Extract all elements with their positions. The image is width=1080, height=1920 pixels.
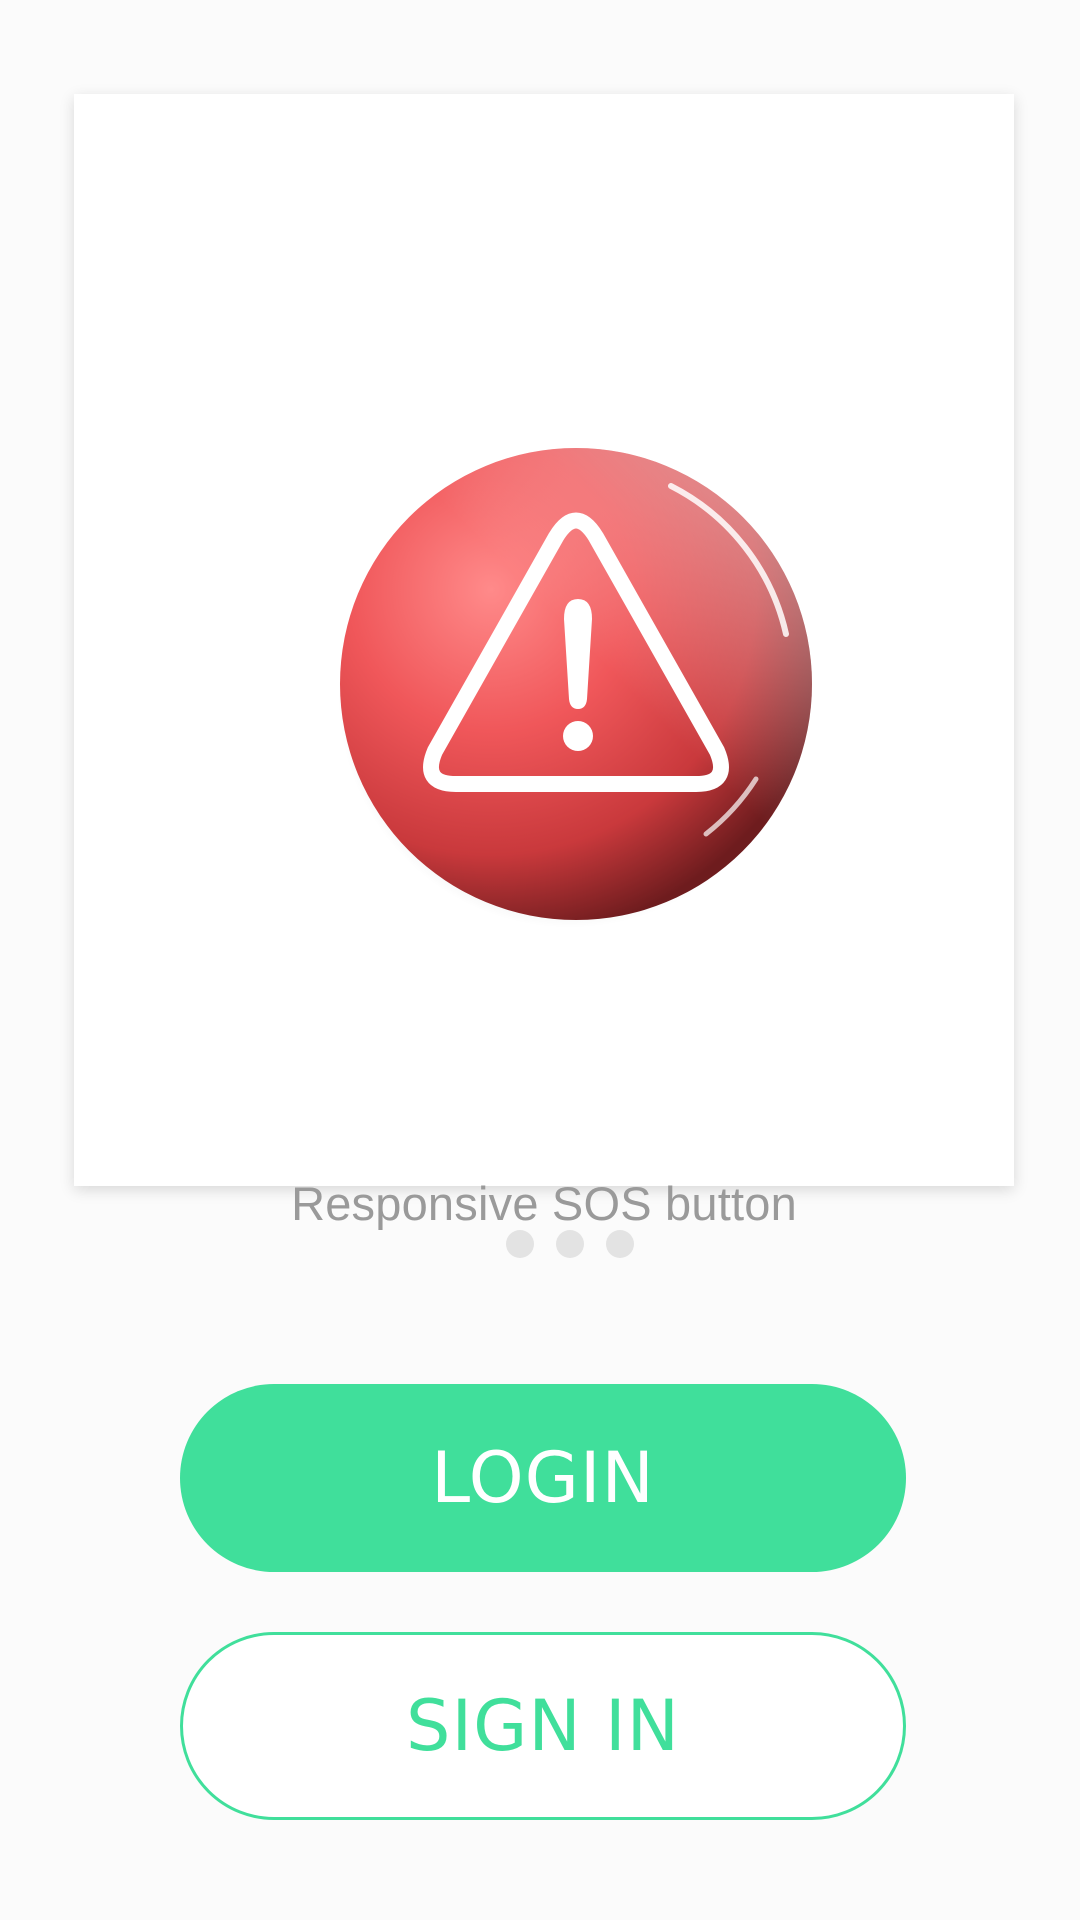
pagination-dot-2[interactable] bbox=[556, 1230, 584, 1258]
pagination-dot-3[interactable] bbox=[606, 1230, 634, 1258]
sign-in-button[interactable]: SIGN IN bbox=[180, 1632, 906, 1820]
onboarding-card[interactable]: Responsive SOS button bbox=[74, 94, 1014, 1230]
pagination-dot-1[interactable] bbox=[506, 1230, 534, 1258]
login-button[interactable]: LOGIN bbox=[180, 1384, 906, 1572]
sos-button-graphic bbox=[338, 448, 812, 928]
sos-button-illustration bbox=[326, 434, 826, 934]
carousel-pagination bbox=[30, 1230, 1080, 1258]
slide-caption: Responsive SOS button bbox=[291, 1177, 797, 1230]
